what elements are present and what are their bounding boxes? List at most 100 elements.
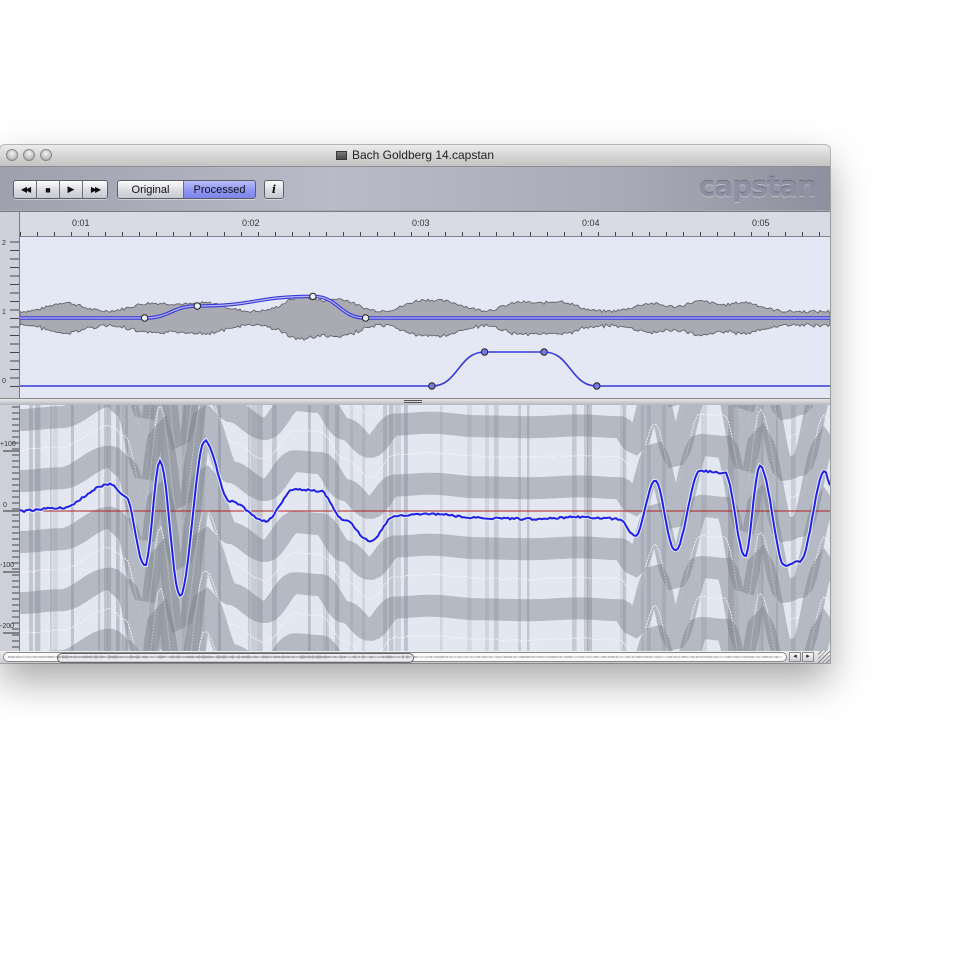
overview-sample: [526, 656, 528, 658]
overview-sample: [752, 656, 754, 658]
overview-sample: [642, 656, 644, 658]
overview-sample: [614, 656, 616, 658]
overview-sample: [624, 656, 626, 658]
curve-control-point[interactable]: [540, 348, 548, 356]
ruler-tick: [241, 232, 242, 236]
fast-forward-icon: ▶▶: [90, 185, 101, 194]
overview-sample: [580, 656, 582, 658]
overview-sample: [608, 656, 610, 658]
overview-sample: [722, 656, 724, 658]
ruler-tick: [496, 232, 497, 236]
overview-sample: [618, 656, 620, 658]
ruler-tick: [71, 232, 72, 236]
overview-sample: [644, 656, 646, 658]
ruler-tick: [700, 232, 701, 236]
stop-button[interactable]: ■: [37, 181, 60, 198]
overview-sample: [664, 656, 666, 658]
overview-sample: [556, 656, 558, 658]
horizontal-scrollbar[interactable]: ◂ ▸: [0, 651, 830, 663]
overview-sample: [564, 656, 566, 658]
overview-sample: [558, 656, 560, 658]
curve-control-point[interactable]: [480, 348, 489, 356]
overview-sample: [566, 656, 568, 658]
play-button[interactable]: ▶: [60, 181, 83, 198]
overview-sample: [716, 656, 718, 658]
overview-sample: [514, 656, 516, 658]
scroll-right-button[interactable]: ▸: [802, 652, 814, 662]
overview-sample: [26, 656, 28, 658]
overview-sample: [478, 656, 480, 658]
overview-sample: [562, 656, 564, 658]
overview-sample: [500, 656, 502, 658]
overview-sample: [506, 656, 508, 658]
overview-sample: [682, 656, 684, 658]
overview-sample: [780, 656, 782, 658]
overview-sample: [688, 656, 690, 658]
overview-sample: [602, 656, 604, 658]
overview-sample: [438, 656, 440, 658]
overview-sample: [544, 656, 546, 658]
envelope-pane[interactable]: 2 1 0: [0, 237, 830, 398]
ruler-tick: [88, 232, 89, 236]
title-bar[interactable]: Bach Goldberg 14.capstan: [0, 145, 830, 167]
pitch-canvas[interactable]: [20, 405, 830, 651]
overview-sample: [466, 656, 468, 658]
overview-sample: [508, 656, 510, 658]
overview-sample: [696, 656, 698, 658]
ruler-tick: [326, 232, 327, 236]
ruler-tick: [768, 232, 769, 236]
overview-sample: [52, 656, 54, 658]
overview-sample: [638, 656, 640, 658]
overview-sample: [578, 656, 580, 658]
rewind-button[interactable]: ◀◀: [14, 181, 37, 198]
overview-sample: [468, 656, 470, 658]
overview-sample: [778, 656, 780, 658]
curve-control-point[interactable]: [361, 314, 370, 322]
overview-sample: [446, 656, 448, 658]
ruler-tick: [139, 232, 140, 236]
overview-sample: [630, 656, 632, 658]
overview-sample: [568, 656, 570, 658]
overview-sample: [700, 656, 702, 658]
overview-sample: [18, 656, 20, 658]
info-button[interactable]: i: [265, 181, 283, 198]
ruler-label: 0:04: [582, 218, 600, 228]
envelope-canvas[interactable]: [20, 237, 830, 398]
ruler-tick: [751, 232, 752, 236]
scroll-left-button[interactable]: ◂: [789, 652, 801, 662]
ruler-tick: [598, 232, 599, 236]
overview-sample: [28, 656, 30, 658]
overview-sample: [692, 656, 694, 658]
overview-sample: [440, 656, 442, 658]
overview-sample: [44, 656, 46, 658]
overview-sample: [48, 656, 50, 658]
overview-sample: [678, 656, 680, 658]
fast-forward-button[interactable]: ▶▶: [83, 181, 107, 198]
overview-sample: [538, 656, 540, 658]
pitch-pane[interactable]: +100 0 -100 -200: [0, 405, 830, 651]
original-button[interactable]: Original: [118, 181, 184, 198]
time-ruler[interactable]: 0:01 0:02 0:03 0:04 0:05: [0, 211, 830, 238]
ruler-tick: [275, 232, 276, 236]
curve-control-point[interactable]: [193, 302, 202, 310]
overview-sample: [456, 656, 458, 658]
overview-track[interactable]: [3, 652, 787, 663]
overview-sample: [560, 656, 562, 658]
overview-sample: [776, 656, 778, 658]
ruler-tick: [377, 232, 378, 236]
ruler-tick: [802, 232, 803, 236]
curve-control-point[interactable]: [309, 292, 317, 301]
overview-sample: [424, 656, 426, 658]
overview-thumb[interactable]: [57, 653, 414, 663]
lower-envelope-curve[interactable]: [20, 351, 830, 387]
ruler-tick: [258, 232, 259, 236]
overview-sample: [652, 656, 654, 658]
curve-control-point[interactable]: [428, 382, 436, 390]
ruler-tick: [156, 232, 157, 236]
curve-control-point[interactable]: [140, 314, 149, 322]
resize-handle-icon[interactable]: [818, 651, 830, 663]
overview-sample: [676, 656, 678, 658]
processed-button[interactable]: Processed: [184, 181, 255, 198]
overview-sample: [10, 656, 12, 658]
curve-control-point[interactable]: [593, 382, 601, 390]
